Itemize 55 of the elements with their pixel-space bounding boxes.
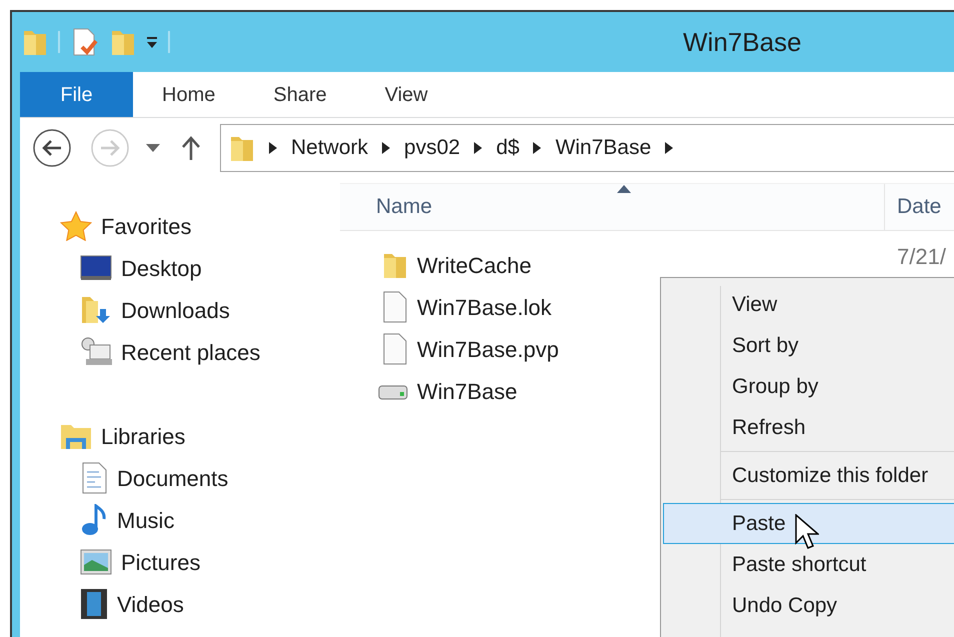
up-icon[interactable]	[182, 136, 200, 160]
file-name[interactable]: Win7Base.pvp	[417, 332, 559, 366]
address-bar[interactable]: Network pvs02 d$ Win7Base	[220, 124, 954, 172]
file-name[interactable]: WriteCache	[417, 248, 532, 282]
chevron-icon[interactable]	[474, 142, 482, 154]
nav-group[interactable]: Libraries	[101, 420, 186, 452]
menu-item[interactable]: Customize this folder	[663, 455, 954, 496]
caret-icon[interactable]	[146, 144, 160, 152]
picture-icon	[80, 549, 112, 575]
nav-item[interactable]: Music	[117, 504, 174, 536]
breadcrumb[interactable]: d$	[496, 132, 520, 164]
menu-item[interactable]: View	[663, 284, 954, 325]
nav-item[interactable]: Pictures	[121, 546, 200, 578]
column-header[interactable]: Date	[897, 191, 942, 223]
document-icon	[80, 462, 108, 494]
ribbon-tab[interactable]: Share	[244, 72, 356, 117]
file-name[interactable]: Win7Base	[417, 374, 518, 408]
nav-item[interactable]: Downloads	[121, 294, 230, 326]
nav-item[interactable]: Documents	[117, 462, 228, 494]
dropdown-icon[interactable]	[146, 35, 158, 49]
nav-item[interactable]: Recent places	[121, 336, 260, 368]
chevron-icon[interactable]	[533, 142, 542, 154]
chevron-icon[interactable]	[269, 142, 277, 154]
window-title: Win7Base	[683, 26, 802, 58]
ribbon-tab[interactable]: Home	[133, 72, 244, 117]
menu-item[interactable]: Sort by	[663, 325, 954, 366]
breadcrumb[interactable]: pvs02	[404, 132, 460, 164]
ribbon-tab[interactable]: View	[356, 72, 457, 117]
date-cell-text: 7/21/	[897, 243, 946, 271]
library-folder-icon	[60, 422, 92, 450]
star-icon	[60, 211, 92, 241]
film-strip-icon	[80, 588, 108, 620]
menu-item[interactable]: Group by	[663, 366, 954, 407]
menu-item[interactable]: Paste shortcut	[663, 544, 954, 585]
chevron-icon[interactable]	[665, 142, 674, 154]
nav-item[interactable]: Desktop	[121, 252, 202, 284]
download-folder-icon	[80, 295, 112, 325]
chevron-icon[interactable]	[382, 142, 390, 154]
nav-item[interactable]: Videos	[117, 588, 184, 620]
monitor-icon	[80, 255, 112, 281]
breadcrumb[interactable]: Network	[291, 132, 368, 164]
menu-item[interactable]: Undo Copy	[663, 585, 954, 626]
file-tab[interactable]: File	[20, 72, 133, 117]
music-note-icon	[80, 504, 108, 536]
blank-file-icon	[382, 291, 408, 323]
recent-places-icon	[80, 337, 112, 367]
file-name[interactable]: Win7Base.lok	[417, 290, 552, 324]
nav-group[interactable]: Favorites	[101, 210, 192, 242]
blank-file-icon	[382, 333, 408, 365]
menu-item[interactable]: Refresh	[663, 407, 954, 448]
menu-item[interactable]: Paste	[663, 503, 954, 544]
column-header[interactable]: Name	[376, 191, 432, 223]
back-icon[interactable]	[32, 128, 72, 168]
breadcrumb[interactable]: Win7Base	[555, 132, 652, 164]
mouse-cursor-icon	[795, 514, 819, 550]
